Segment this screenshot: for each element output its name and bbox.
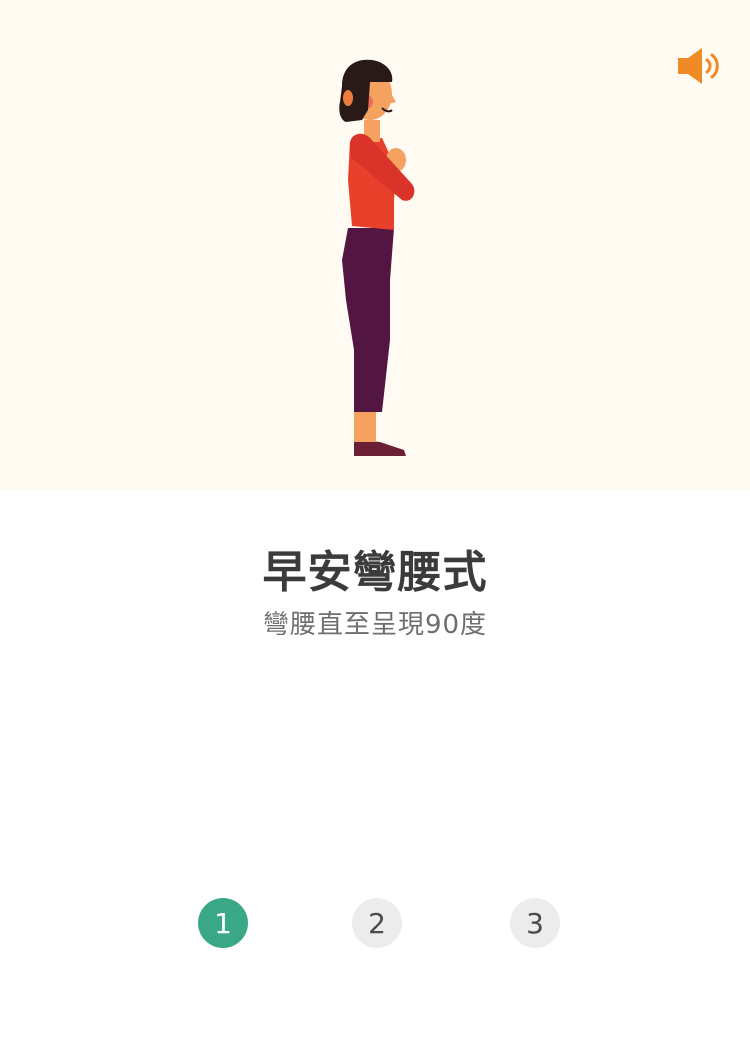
pants bbox=[342, 228, 394, 412]
ankle bbox=[354, 410, 376, 442]
nose bbox=[388, 88, 396, 104]
sound-button[interactable] bbox=[672, 44, 724, 88]
woman-standing-illustration bbox=[339, 59, 415, 456]
step-3-button[interactable]: 3 bbox=[510, 898, 560, 948]
shoe bbox=[354, 440, 406, 456]
speaker-icon bbox=[678, 48, 719, 84]
illustration-panel bbox=[0, 0, 750, 490]
step-indicator: 1 2 3 bbox=[0, 898, 750, 950]
ear bbox=[343, 90, 353, 106]
exercise-title: 早安彎腰式 bbox=[262, 547, 488, 598]
step-1-button[interactable]: 1 bbox=[198, 898, 248, 948]
exercise-page: 早安彎腰式 彎腰直至呈現90度 1 2 3 bbox=[0, 0, 750, 1060]
exercise-subtitle: 彎腰直至呈現90度 bbox=[262, 610, 488, 640]
step-2-button[interactable]: 2 bbox=[352, 898, 402, 948]
